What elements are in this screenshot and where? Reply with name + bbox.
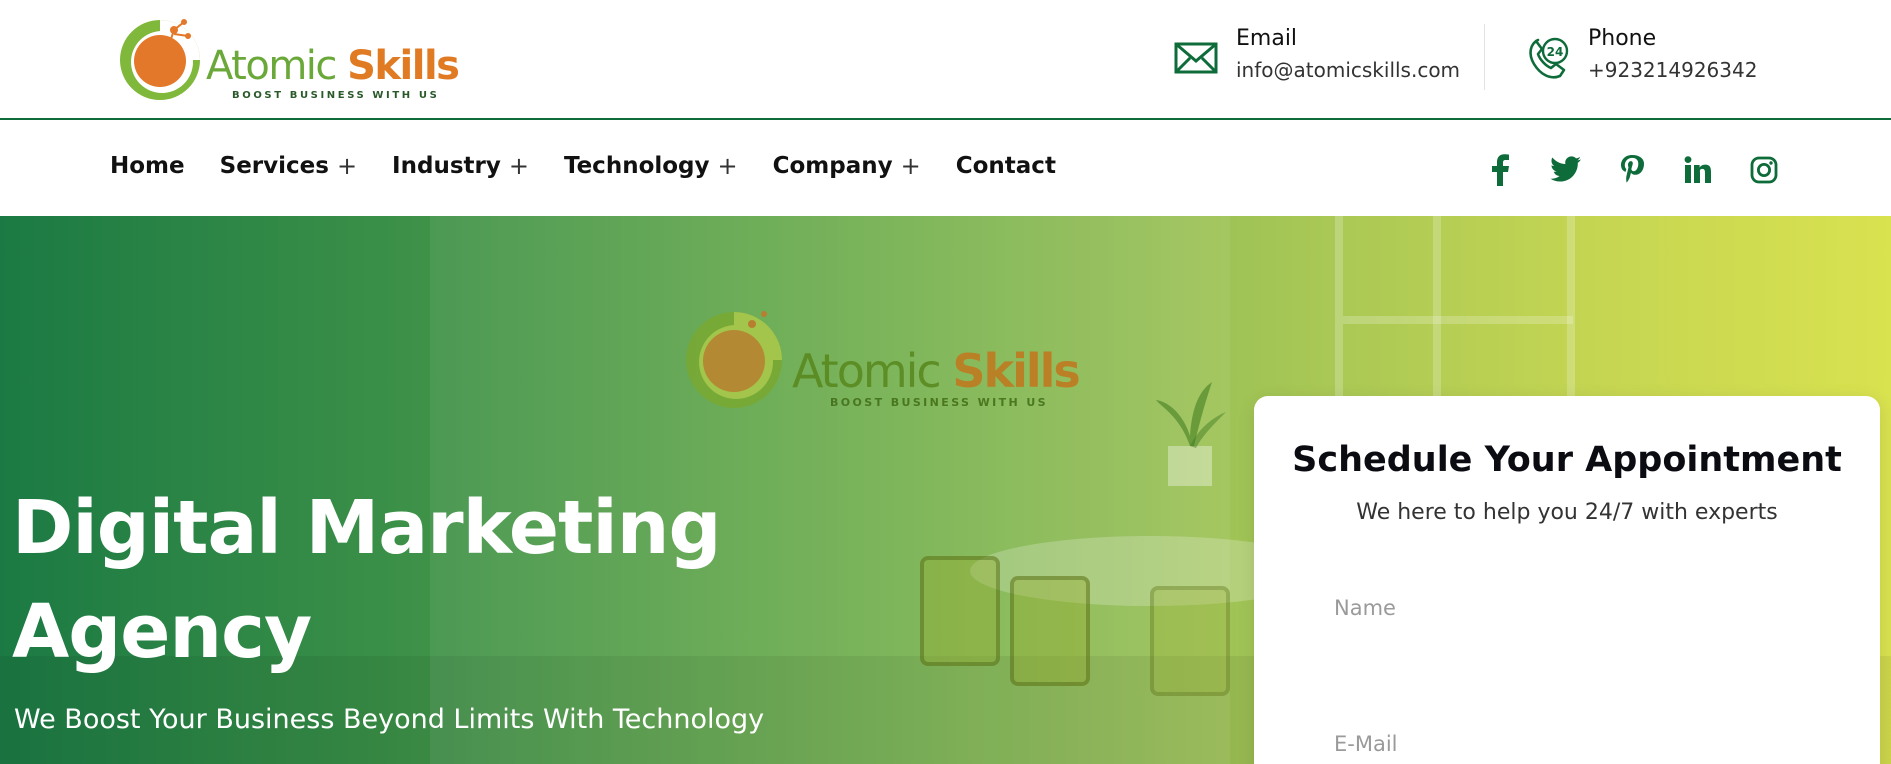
form-subtitle: We here to help you 24/7 with experts xyxy=(1356,500,1778,525)
nav-label: Company xyxy=(772,153,893,179)
nav-label: Technology xyxy=(563,153,710,179)
hero-title-line: Digital Marketing xyxy=(12,485,721,571)
logo-mark-icon xyxy=(686,311,782,408)
nav-item-industry[interactable]: Industry + xyxy=(392,152,529,180)
instagram-icon[interactable] xyxy=(1742,148,1786,192)
envelope-icon xyxy=(1174,42,1218,74)
nav-label: Home xyxy=(110,153,185,179)
phone-label: Phone xyxy=(1588,26,1657,51)
linkedin-icon[interactable] xyxy=(1676,148,1720,192)
site-logo[interactable]: Atomic Skills BOOST BUSINESS WITH US xyxy=(116,12,460,104)
phone-24-icon: 24 xyxy=(1529,37,1569,79)
form-title: Schedule Your Appointment xyxy=(1292,440,1842,480)
logo-mark-icon xyxy=(120,19,200,100)
hero-subtitle: We Boost Your Business Beyond Limits Wit… xyxy=(14,704,765,735)
nav-item-company[interactable]: Company + xyxy=(773,152,921,180)
logo-tagline: BOOST BUSINESS WITH US xyxy=(232,90,440,101)
wall-logo-wordmark: Atomic Skills xyxy=(792,344,1081,398)
nav-item-home[interactable]: Home xyxy=(110,152,185,180)
nav-item-technology[interactable]: Technology + xyxy=(564,152,738,180)
expand-plus-icon: + xyxy=(508,152,529,180)
svg-text:24: 24 xyxy=(1547,45,1564,59)
contact-divider xyxy=(1484,24,1485,90)
expand-plus-icon: + xyxy=(336,152,358,180)
top-header: Atomic Skills BOOST BUSINESS WITH US Ema… xyxy=(0,0,1891,120)
phone-value[interactable]: +923214926342 xyxy=(1588,58,1757,82)
expand-plus-icon: + xyxy=(717,152,738,180)
hero-title-line: Agency xyxy=(12,589,312,675)
social-links xyxy=(1478,148,1808,192)
twitter-icon[interactable] xyxy=(1544,148,1588,192)
name-input[interactable] xyxy=(1334,586,1804,630)
nav-label: Contact xyxy=(955,153,1056,179)
nav-item-contact[interactable]: Contact xyxy=(956,152,1056,180)
primary-nav: Home Services + Industry + Technology + Com… xyxy=(110,152,1091,180)
pinterest-icon[interactable] xyxy=(1610,148,1654,192)
wall-logo-tagline: BOOST BUSINESS WITH US xyxy=(830,396,1048,409)
nav-label: Services xyxy=(219,153,329,179)
nav-item-services[interactable]: Services + xyxy=(220,152,357,180)
hero-background-chair xyxy=(1010,576,1090,686)
email-label: Email xyxy=(1236,26,1298,51)
hero-background-chair xyxy=(920,556,1000,666)
hero-wall-logo: Atomic Skills BOOST BUSINESS WITH US xyxy=(680,302,1081,412)
main-navbar: Home Services + Industry + Technology + Com… xyxy=(0,122,1891,216)
logo-wordmark: Atomic Skills xyxy=(206,43,460,89)
email-value[interactable]: info@atomicskills.com xyxy=(1236,58,1460,82)
appointment-form: Schedule Your Appointment We here to hel… xyxy=(1254,396,1880,764)
hero-title: Digital Marketing Agency xyxy=(12,476,772,684)
expand-plus-icon: + xyxy=(900,152,921,180)
email-input[interactable] xyxy=(1334,722,1804,764)
facebook-icon[interactable] xyxy=(1478,148,1522,192)
hero-background-chair xyxy=(1150,586,1230,696)
hero-background-plant xyxy=(1156,382,1226,486)
nav-label: Industry xyxy=(392,153,501,179)
